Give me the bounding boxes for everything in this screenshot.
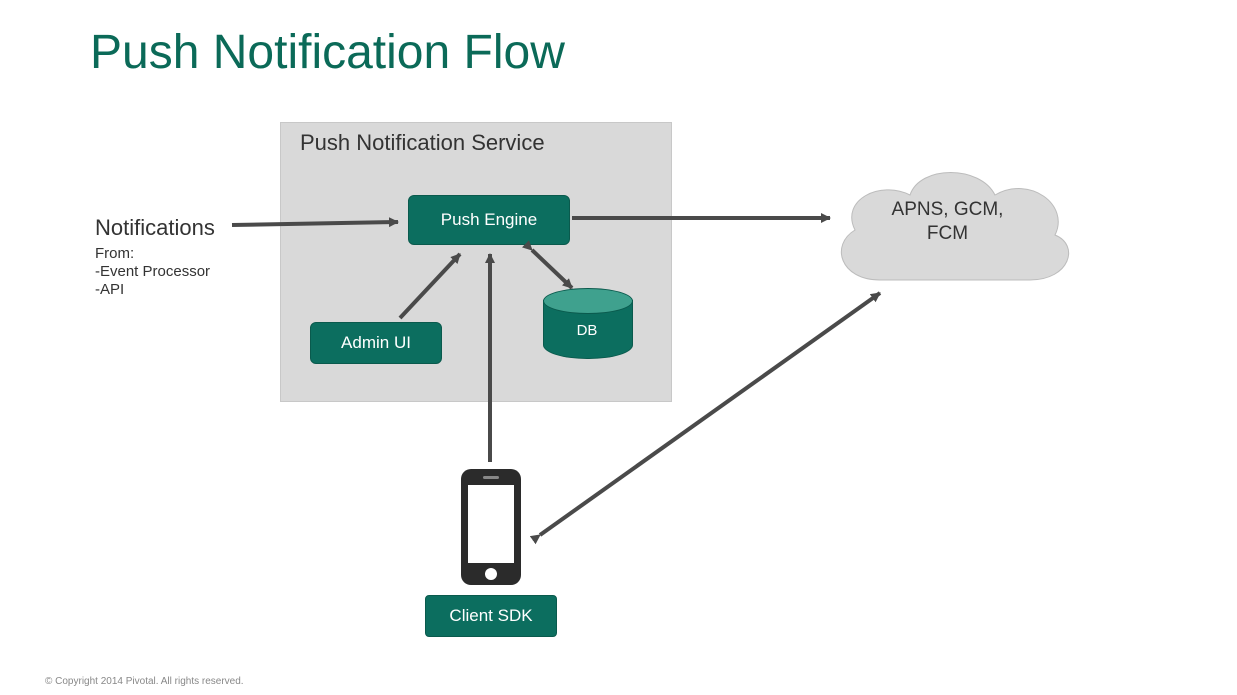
arrow-notifications-to-engine bbox=[232, 222, 398, 225]
diagram-arrows bbox=[0, 0, 1237, 695]
arrow-phone-cloud bbox=[540, 293, 880, 535]
arrow-engine-db bbox=[532, 250, 572, 288]
copyright-text: © Copyright 2014 Pivotal. All rights res… bbox=[45, 676, 244, 687]
arrow-admin-to-engine bbox=[400, 254, 460, 318]
